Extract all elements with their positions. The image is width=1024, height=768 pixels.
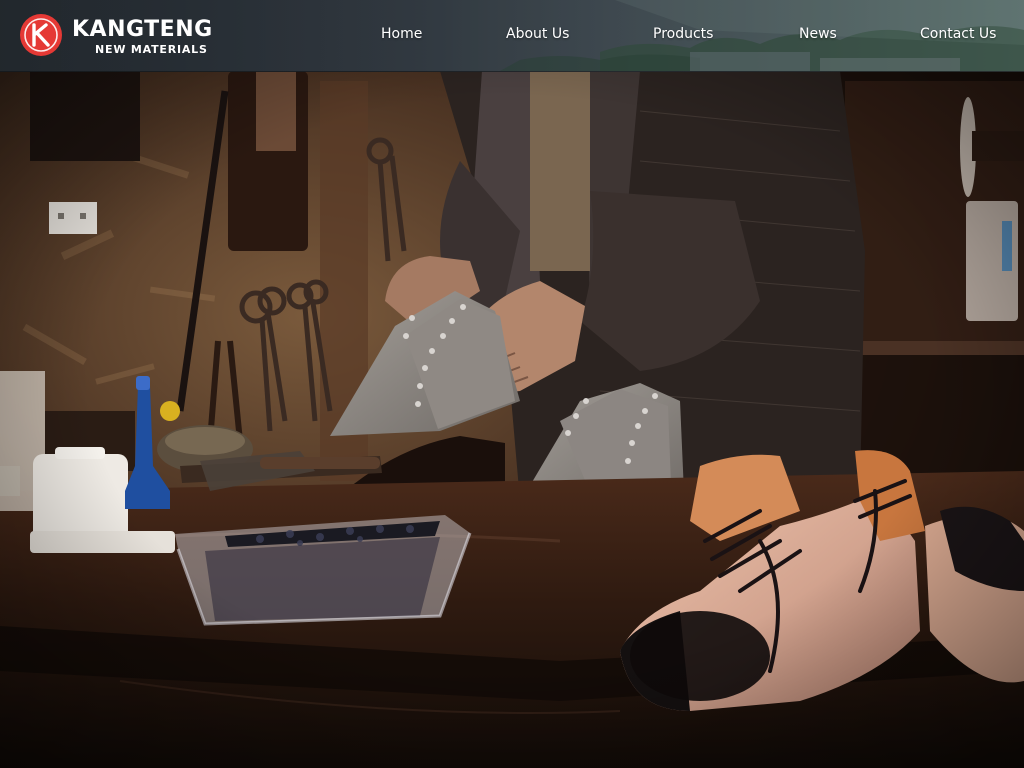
site-header: KANGTENG NEW MATERIALS Home About Us Pro…: [0, 0, 1024, 72]
nav-news[interactable]: News: [799, 24, 837, 44]
brand-name: KANGTENG: [72, 17, 213, 42]
shoemaker-workshop-image: [0, 71, 1024, 768]
hero-banner: [0, 71, 1024, 768]
nav-contact-us[interactable]: Contact Us: [920, 24, 996, 44]
nav-about-us[interactable]: About Us: [506, 24, 569, 44]
brand-badge-icon: [20, 14, 62, 56]
brand-logo[interactable]: KANGTENG NEW MATERIALS: [19, 13, 234, 59]
nav-products[interactable]: Products: [653, 24, 713, 44]
brand-subtitle: NEW MATERIALS: [95, 43, 208, 56]
nav-home[interactable]: Home: [381, 24, 422, 44]
page: KANGTENG NEW MATERIALS Home About Us Pro…: [0, 0, 1024, 768]
